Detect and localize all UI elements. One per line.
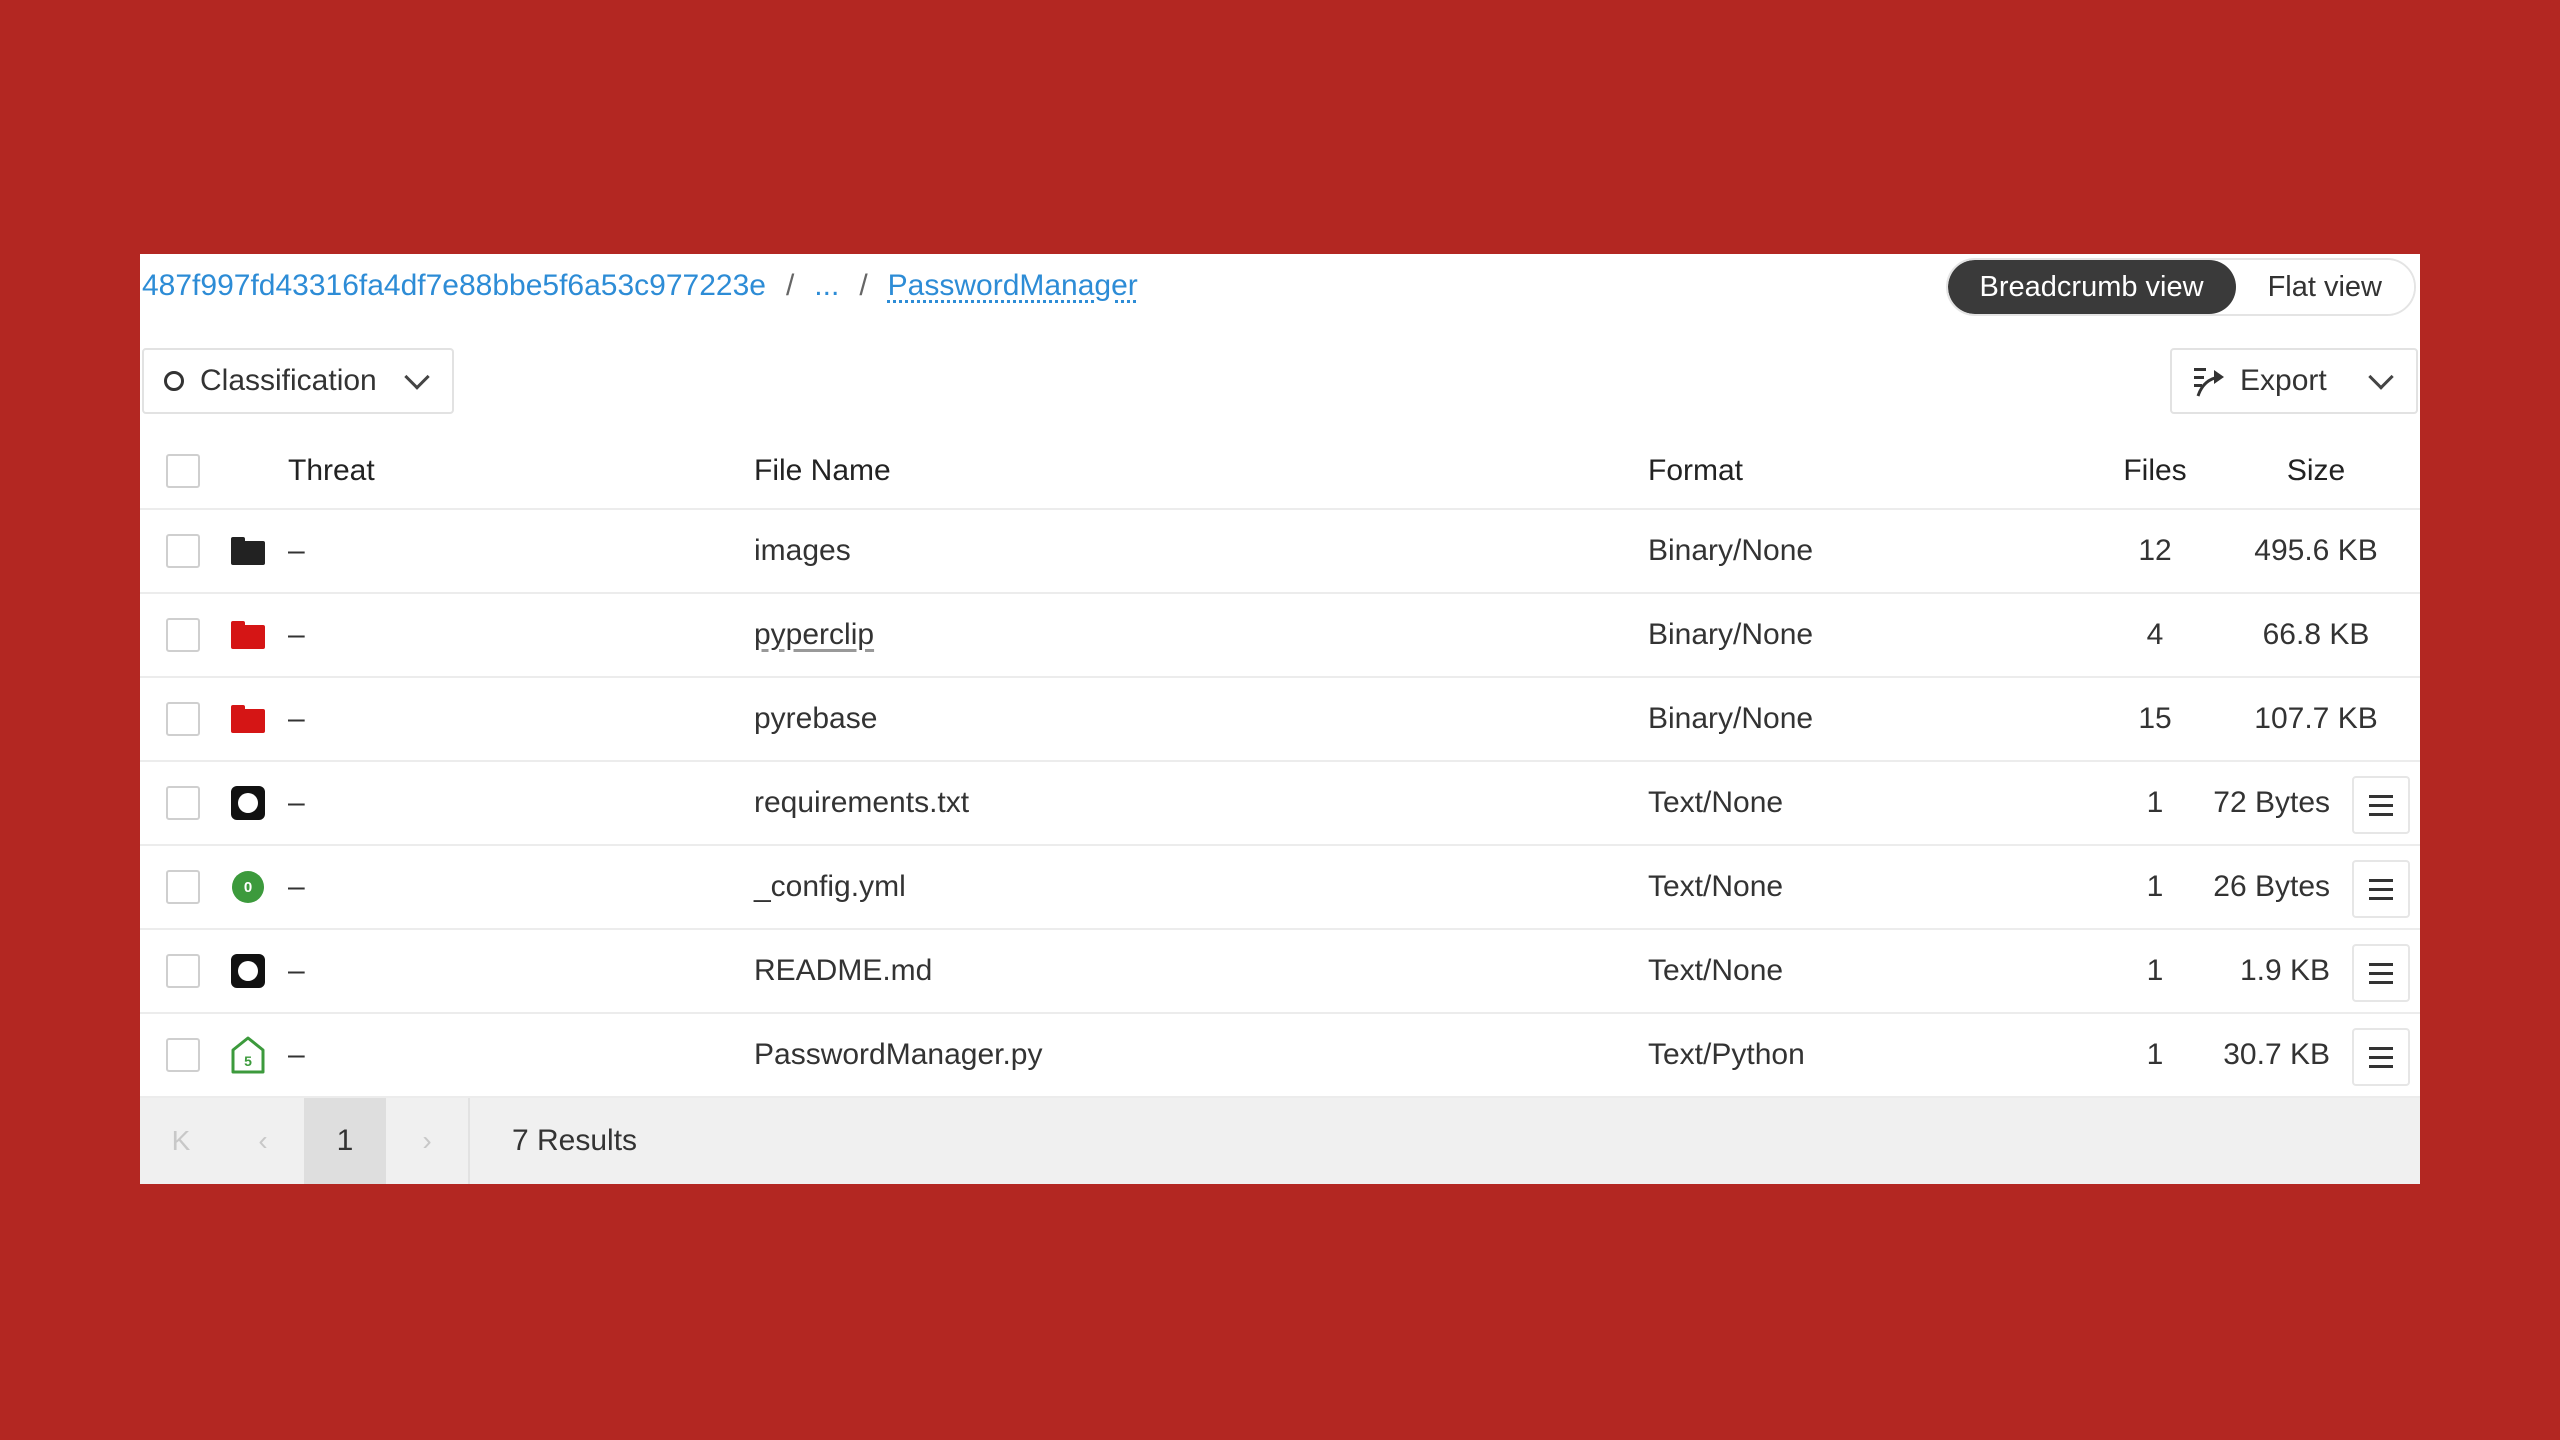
square-ring-icon — [231, 786, 265, 820]
size-value: 26 Bytes — [2213, 870, 2330, 903]
file-name-link[interactable]: pyperclip — [754, 618, 874, 652]
hamburger-menu-icon — [2369, 1046, 2393, 1050]
header-format[interactable]: Format — [1648, 434, 1743, 508]
classification-label: Classification — [200, 364, 377, 397]
header-size[interactable]: Size — [2216, 434, 2416, 508]
export-icon — [2194, 368, 2224, 397]
house-badge-number: 5 — [244, 1053, 252, 1069]
radio-circle-icon — [164, 371, 184, 391]
house-badge-icon: 5 — [231, 1036, 265, 1074]
folder-red-icon — [231, 705, 265, 733]
table-row[interactable]: – requirements.txt Text/None 1 72 Bytes — [140, 762, 2420, 846]
threat-value: – — [288, 870, 305, 903]
classification-dropdown[interactable]: Classification — [142, 348, 454, 414]
size-value: 495.6 KB — [2254, 534, 2378, 567]
size-value: 66.8 KB — [2262, 618, 2370, 651]
table-row[interactable]: 0 – _config.yml Text/None 1 26 Bytes — [140, 846, 2420, 930]
files-count: 4 — [2146, 618, 2164, 651]
size-value: 30.7 KB — [2223, 1038, 2330, 1071]
format-value: Binary/None — [1648, 702, 1814, 735]
pager-divider — [468, 1098, 470, 1184]
table-row[interactable]: 5 – PasswordManager.py Text/Python 1 30.… — [140, 1014, 2420, 1098]
view-toggle: Breadcrumb view Flat view — [1945, 258, 2416, 316]
select-all-checkbox[interactable] — [166, 454, 200, 488]
format-value: Text/None — [1648, 870, 1784, 903]
row-checkbox[interactable] — [166, 702, 200, 736]
table-row[interactable]: – pyperclip Binary/None 4 66.8 KB — [140, 594, 2420, 678]
folder-dark-icon — [231, 537, 265, 565]
row-checkbox[interactable] — [166, 1038, 200, 1072]
header-bar: 487f997fd43316fa4df7e88bbe5f6a53c977223e… — [140, 254, 2420, 348]
folder-red-icon — [231, 621, 265, 649]
file-name[interactable]: _config.yml — [754, 846, 906, 928]
row-checkbox[interactable] — [166, 870, 200, 904]
hamburger-menu-icon — [2369, 962, 2393, 966]
file-name[interactable]: requirements.txt — [754, 762, 969, 844]
next-page-button[interactable]: › — [386, 1098, 468, 1184]
files-count: 15 — [2138, 702, 2172, 735]
file-name[interactable]: PasswordManager.py — [754, 1014, 1043, 1096]
square-ring-icon — [231, 954, 265, 988]
format-value: Text/None — [1648, 786, 1784, 819]
file-table: Threat File Name Format Files Size – ima… — [140, 434, 2420, 1098]
page-1-button[interactable]: 1 — [304, 1098, 386, 1184]
files-count: 1 — [2146, 870, 2164, 903]
first-page-button[interactable]: K — [140, 1098, 222, 1184]
chevron-down-icon — [404, 364, 430, 390]
format-value: Binary/None — [1648, 618, 1814, 651]
row-checkbox[interactable] — [166, 534, 200, 568]
flat-view-button[interactable]: Flat view — [2235, 260, 2414, 314]
files-count: 1 — [2146, 954, 2164, 987]
prev-page-button[interactable]: ‹ — [222, 1098, 304, 1184]
file-browser-panel: 487f997fd43316fa4df7e88bbe5f6a53c977223e… — [140, 254, 2420, 1184]
table-row[interactable]: – images Binary/None 12 495.6 KB — [140, 510, 2420, 594]
threat-value: – — [288, 534, 305, 567]
row-menu-button[interactable] — [2352, 860, 2410, 918]
row-checkbox[interactable] — [166, 786, 200, 820]
export-dropdown[interactable]: Export — [2170, 348, 2418, 414]
breadcrumb-separator: / — [859, 269, 868, 302]
green-badge-icon: 0 — [232, 871, 264, 903]
file-name[interactable]: images — [754, 510, 851, 592]
size-value: 72 Bytes — [2213, 786, 2330, 819]
threat-value: – — [288, 618, 305, 651]
row-menu-button[interactable] — [2352, 1028, 2410, 1086]
files-count: 12 — [2138, 534, 2172, 567]
header-file-name[interactable]: File Name — [754, 434, 891, 508]
threat-value: – — [288, 1038, 305, 1071]
format-value: Binary/None — [1648, 534, 1814, 567]
file-name[interactable]: README.md — [754, 930, 932, 1012]
row-checkbox[interactable] — [166, 954, 200, 988]
row-checkbox[interactable] — [166, 618, 200, 652]
files-count: 1 — [2146, 1038, 2164, 1071]
table-row[interactable]: – README.md Text/None 1 1.9 KB — [140, 930, 2420, 1014]
hamburger-menu-icon — [2369, 794, 2393, 798]
breadcrumb-view-button[interactable]: Breadcrumb view — [1947, 260, 2236, 314]
hamburger-menu-icon — [2369, 878, 2393, 882]
breadcrumb-ellipsis[interactable]: ... — [814, 264, 839, 308]
chevron-down-icon — [2368, 364, 2394, 390]
file-name[interactable]: pyrebase — [754, 678, 877, 760]
table-header: Threat File Name Format Files Size — [140, 434, 2420, 510]
export-label: Export — [2240, 364, 2327, 397]
breadcrumb-root-link[interactable]: 487f997fd43316fa4df7e88bbe5f6a53c977223e — [142, 264, 766, 308]
row-menu-button[interactable] — [2352, 776, 2410, 834]
size-value: 1.9 KB — [2239, 954, 2330, 987]
breadcrumb-current: PasswordManager — [887, 269, 1138, 302]
pagination: K ‹ 1 › 7 Results — [140, 1098, 2420, 1184]
format-value: Text/Python — [1648, 1038, 1805, 1071]
breadcrumb-separator: / — [785, 269, 795, 302]
threat-value: – — [288, 702, 305, 735]
row-menu-button[interactable] — [2352, 944, 2410, 1002]
header-threat[interactable]: Threat — [288, 434, 375, 508]
threat-value: – — [288, 786, 305, 819]
format-value: Text/None — [1648, 954, 1784, 987]
table-row[interactable]: – pyrebase Binary/None 15 107.7 KB — [140, 678, 2420, 762]
files-count: 1 — [2146, 786, 2164, 819]
header-files[interactable]: Files — [2100, 434, 2210, 508]
breadcrumb: 487f997fd43316fa4df7e88bbe5f6a53c977223e… — [142, 264, 1138, 308]
results-count: 7 Results — [512, 1124, 638, 1157]
size-value: 107.7 KB — [2254, 702, 2378, 735]
threat-value: – — [288, 954, 305, 987]
